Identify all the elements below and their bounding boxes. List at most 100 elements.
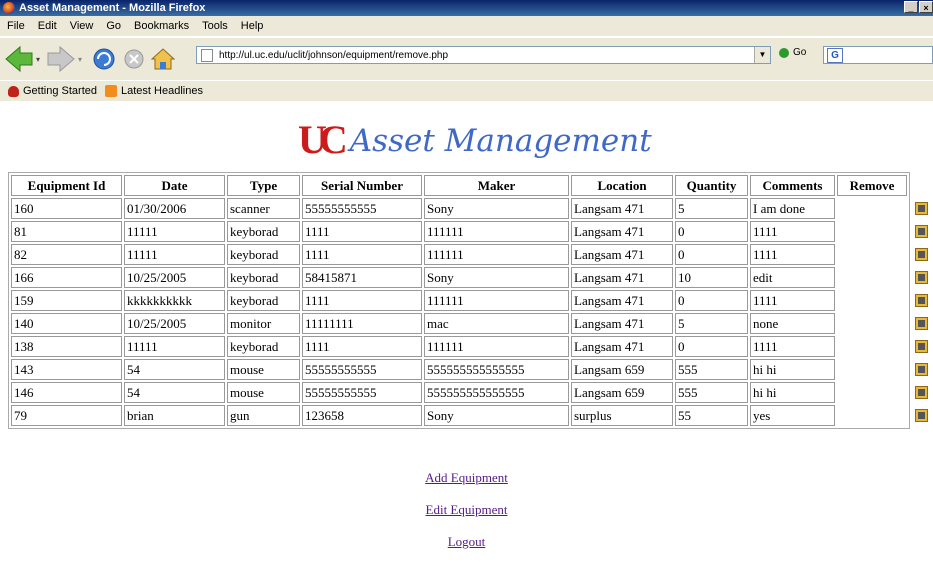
- remove-trash-icon[interactable]: [915, 248, 928, 261]
- window-controls: _ ×: [904, 1, 933, 13]
- cell-remove: [837, 198, 928, 219]
- col-equipment-id: Equipment Id: [11, 175, 122, 196]
- remove-trash-icon[interactable]: [915, 363, 928, 376]
- cell-date: 01/30/2006: [124, 198, 225, 219]
- cell-equipment-id: 146: [11, 382, 122, 403]
- col-quantity: Quantity: [675, 175, 748, 196]
- cell-comments: edit: [750, 267, 835, 288]
- url-text[interactable]: http://ul.uc.edu/uclit/johnson/equipment…: [219, 50, 448, 61]
- site-logo: UC Asset Management: [298, 118, 652, 160]
- menu-help[interactable]: Help: [241, 20, 264, 32]
- cell-maker: 111111: [424, 244, 569, 265]
- cell-maker: Sony: [424, 405, 569, 426]
- remove-trash-icon[interactable]: [915, 225, 928, 238]
- cell-quantity: 555: [675, 382, 748, 403]
- bookmark-latest-headlines[interactable]: Latest Headlines: [105, 85, 203, 97]
- cell-maker: 555555555555555: [424, 382, 569, 403]
- cell-location: Langsam 471: [571, 313, 673, 334]
- cell-location: Langsam 471: [571, 336, 673, 357]
- col-remove: Remove: [837, 175, 907, 196]
- col-maker: Maker: [424, 175, 569, 196]
- cell-type: keyborad: [227, 221, 300, 242]
- cell-equipment-id: 140: [11, 313, 122, 334]
- back-icon[interactable]: [5, 45, 33, 73]
- forward-icon[interactable]: [47, 45, 75, 73]
- cell-quantity: 55: [675, 405, 748, 426]
- menu-view[interactable]: View: [70, 20, 94, 32]
- cell-serial-number: 123658: [302, 405, 422, 426]
- cell-equipment-id: 82: [11, 244, 122, 265]
- back-dropdown-icon[interactable]: ▾: [36, 55, 40, 64]
- menu-edit[interactable]: Edit: [38, 20, 57, 32]
- cell-equipment-id: 81: [11, 221, 122, 242]
- minimize-button[interactable]: _: [904, 1, 918, 13]
- cell-quantity: 0: [675, 290, 748, 311]
- footer-links: Add Equipment Edit Equipment Logout: [0, 470, 933, 566]
- cell-serial-number: 1111: [302, 221, 422, 242]
- cell-date: 11111: [124, 336, 225, 357]
- cell-remove: [837, 290, 928, 311]
- search-input[interactable]: G: [823, 46, 933, 64]
- remove-trash-icon[interactable]: [915, 271, 928, 284]
- cell-equipment-id: 159: [11, 290, 122, 311]
- cell-maker: Sony: [424, 198, 569, 219]
- navigation-toolbar: ▾ ▾ http://ul.uc.edu/uclit/johnson/equip…: [0, 37, 933, 80]
- page-content: UC Asset Management Equipment Id Date Ty…: [0, 102, 933, 559]
- google-search-icon[interactable]: G: [827, 48, 843, 63]
- cell-quantity: 0: [675, 336, 748, 357]
- cell-serial-number: 58415871: [302, 267, 422, 288]
- cell-remove: [837, 244, 928, 265]
- table-row: 82 11111 keyborad 1111 111111 Langsam 471 0 111…: [11, 244, 928, 265]
- cell-comments: 1111: [750, 336, 835, 357]
- cell-date: 11111: [124, 221, 225, 242]
- remove-trash-icon[interactable]: [915, 386, 928, 399]
- cell-equipment-id: 166: [11, 267, 122, 288]
- cell-remove: [837, 382, 928, 403]
- cell-comments: 1111: [750, 244, 835, 265]
- remove-trash-icon[interactable]: [915, 340, 928, 353]
- table-header-row: Equipment Id Date Type Serial Number Mak…: [11, 175, 907, 196]
- bookmark-label: Getting Started: [23, 85, 97, 97]
- cell-comments: hi hi: [750, 382, 835, 403]
- cell-location: Langsam 471: [571, 221, 673, 242]
- bookmark-getting-started[interactable]: Getting Started: [8, 85, 97, 97]
- logout-link[interactable]: Logout: [0, 534, 933, 550]
- remove-trash-icon[interactable]: [915, 294, 928, 307]
- menu-file[interactable]: File: [7, 20, 25, 32]
- cell-location: surplus: [571, 405, 673, 426]
- col-location: Location: [571, 175, 673, 196]
- col-comments: Comments: [750, 175, 835, 196]
- go-button[interactable]: Go: [779, 47, 806, 58]
- remove-trash-icon[interactable]: [915, 317, 928, 330]
- menu-go[interactable]: Go: [106, 20, 121, 32]
- cell-type: keyborad: [227, 290, 300, 311]
- cell-location: Langsam 659: [571, 359, 673, 380]
- reload-icon[interactable]: [93, 48, 115, 70]
- cell-maker: 111111: [424, 290, 569, 311]
- menu-tools[interactable]: Tools: [202, 20, 228, 32]
- stop-icon[interactable]: [124, 49, 144, 69]
- cell-comments: hi hi: [750, 359, 835, 380]
- cell-serial-number: 55555555555: [302, 198, 422, 219]
- add-equipment-link[interactable]: Add Equipment: [0, 470, 933, 486]
- remove-trash-icon[interactable]: [915, 202, 928, 215]
- window-title-bar: Asset Management - Mozilla Firefox _ ×: [0, 0, 933, 16]
- page-icon: [201, 48, 213, 62]
- equipment-table: Equipment Id Date Type Serial Number Mak…: [8, 172, 928, 429]
- cell-equipment-id: 160: [11, 198, 122, 219]
- cell-date: brian: [124, 405, 225, 426]
- cell-quantity: 0: [675, 221, 748, 242]
- table-row: 146 54 mouse 55555555555 555555555555555 Lang…: [11, 382, 928, 403]
- close-button[interactable]: ×: [919, 1, 933, 13]
- home-icon[interactable]: [150, 48, 176, 70]
- bookmarks-toolbar: Getting Started Latest Headlines: [0, 80, 933, 101]
- cell-serial-number: 1111: [302, 244, 422, 265]
- cell-quantity: 10: [675, 267, 748, 288]
- url-dropdown-icon[interactable]: ▼: [754, 47, 770, 63]
- remove-trash-icon[interactable]: [915, 409, 928, 422]
- forward-dropdown-icon[interactable]: ▾: [78, 55, 82, 64]
- url-bar[interactable]: http://ul.uc.edu/uclit/johnson/equipment…: [196, 46, 771, 64]
- edit-equipment-link[interactable]: Edit Equipment: [0, 502, 933, 518]
- menu-bookmarks[interactable]: Bookmarks: [134, 20, 189, 32]
- cell-maker: 555555555555555: [424, 359, 569, 380]
